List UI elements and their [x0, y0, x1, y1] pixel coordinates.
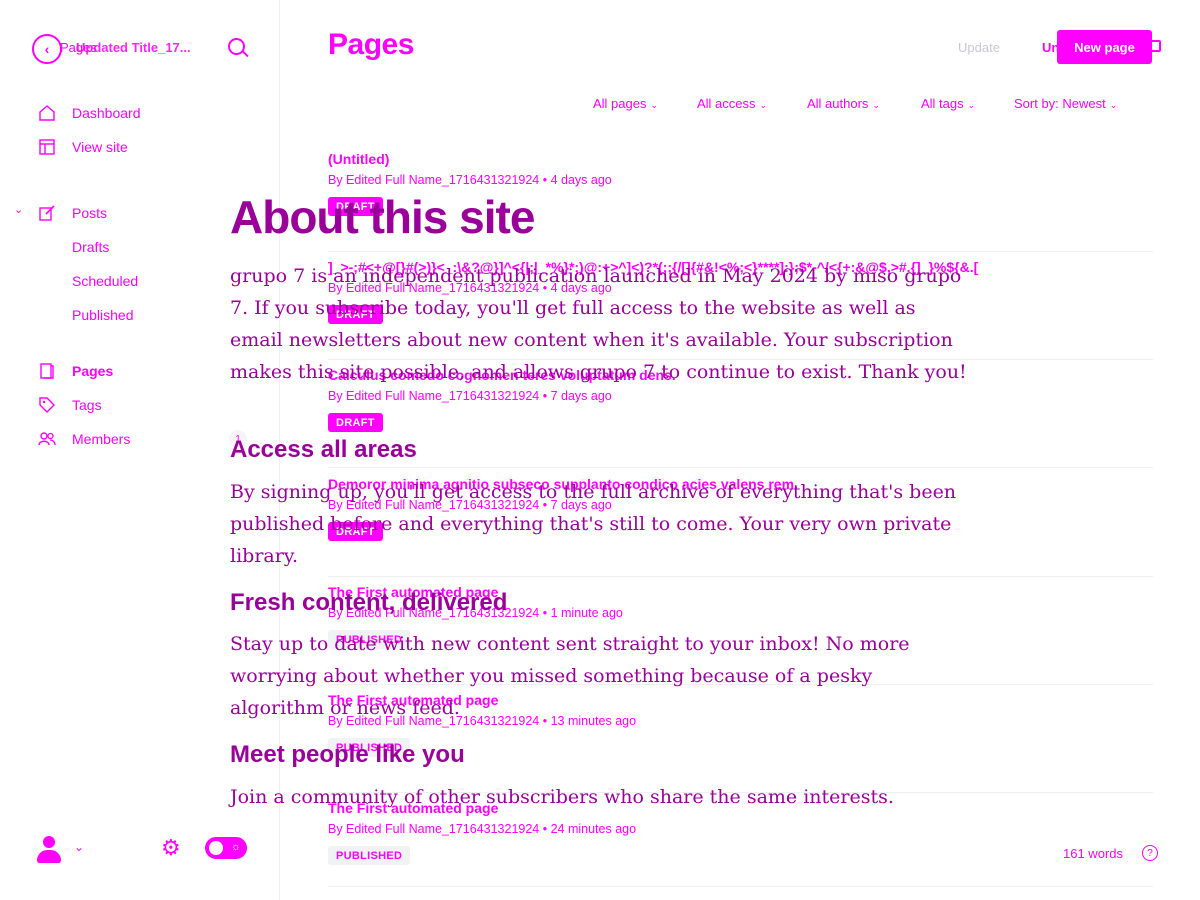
chevron-down-icon: ⌄ [967, 100, 976, 110]
sun-icon: ☼ [230, 841, 241, 853]
tag-icon [38, 396, 56, 414]
new-page-button[interactable]: New page [1057, 30, 1152, 64]
avatar[interactable] [36, 836, 62, 864]
filter-label: All tags [921, 96, 964, 111]
chevron-down-icon: ⌄ [1109, 100, 1118, 110]
status-badge: PUBLISHED [328, 846, 411, 865]
page-title-text[interactable]: (Untitled) [328, 151, 389, 167]
sidebar-item-view-site[interactable]: View site [38, 136, 128, 158]
chevron-down-icon: ⌄ [872, 100, 880, 110]
section-heading: Meet people like you [230, 741, 465, 768]
about-heading: About this site [230, 191, 535, 243]
sidebar-footer: ⌄ ⚙ ☼ [36, 834, 256, 866]
sidebar-item-label: Tags [72, 397, 102, 413]
sidebar-item-label: Drafts [72, 239, 110, 255]
chevron-down-icon: ⌄ [650, 100, 659, 110]
sidebar-item-posts[interactable]: Posts [38, 202, 107, 224]
list-item[interactable]: The First automated page By Edited Full … [328, 800, 1153, 887]
filter-bar: All pages ⌄ All access ⌄ All authors ⌄ All … [0, 96, 1200, 114]
word-count: 161 words [1063, 846, 1123, 861]
sidebar-item-label: Pages [72, 363, 114, 379]
chevron-down-icon[interactable]: ⌄ [74, 840, 84, 854]
help-icon[interactable]: ? [1142, 845, 1158, 861]
breadcrumb-title: Updated Title_17... [76, 40, 191, 55]
section-body: By signing up, you'll get access to the … [230, 481, 957, 567]
pencil-icon [38, 204, 56, 222]
sidebar-item-tags[interactable]: Tags [38, 394, 102, 416]
status-badge: DRAFT [328, 413, 383, 432]
layout-icon [38, 138, 56, 156]
sort-dropdown[interactable]: Sort by: Newest ⌄ [1014, 96, 1117, 111]
sidebar-item-members[interactable]: Members [38, 428, 130, 450]
chevron-down-icon[interactable]: ⌄ [14, 203, 23, 216]
section-body: Join a community of other subscribers wh… [230, 786, 894, 808]
page-meta: By Edited Full Name_1716431321924 • 7 da… [328, 389, 612, 403]
sidebar-item-drafts[interactable]: Drafts [72, 236, 109, 258]
page-icon [38, 362, 56, 380]
sidebar-item-label: Members [72, 431, 131, 447]
members-icon [38, 430, 56, 448]
sidebar-item-label: Posts [72, 205, 108, 221]
update-button[interactable]: Update [958, 40, 1000, 55]
filter-label: All authors [807, 96, 869, 111]
sidebar-item-published[interactable]: Published [72, 304, 134, 326]
section-heading: Fresh content, delivered [230, 589, 508, 616]
chevron-down-icon: ⌄ [759, 100, 768, 110]
filter-pages[interactable]: All pages ⌄ [593, 96, 658, 111]
section-body: Stay up to date with new content sent st… [230, 633, 910, 719]
filter-access[interactable]: All access ⌄ [697, 96, 767, 111]
theme-toggle[interactable]: ☼ [205, 837, 247, 859]
filter-tags[interactable]: All tags ⌄ [921, 96, 975, 111]
filter-label: All access [697, 96, 756, 111]
page-title: Pages [328, 28, 414, 61]
about-intro: grupo 7 is an independent publication la… [230, 265, 967, 383]
page-meta: By Edited Full Name_1716431321924 • 4 da… [328, 173, 612, 187]
sidebar-item-label: Published [72, 307, 134, 323]
section-heading: Access all areas [230, 436, 417, 463]
filter-label: Sort by: Newest [1014, 96, 1106, 111]
filter-authors[interactable]: All authors ⌄ [807, 96, 880, 111]
sidebar-panel-icon[interactable] [1150, 40, 1161, 52]
toggle-knob [209, 841, 223, 855]
chevron-left-icon[interactable]: ‹ [32, 34, 62, 64]
page-meta: By Edited Full Name_1716431321924 • 24 m… [328, 822, 637, 836]
sidebar-item-label: Scheduled [72, 273, 139, 289]
sidebar-item-label: View site [72, 139, 128, 155]
gear-icon[interactable]: ⚙ [161, 837, 181, 859]
search-icon[interactable] [228, 38, 245, 55]
sidebar-item-scheduled[interactable]: Scheduled [72, 270, 138, 292]
sidebar-header: ‹ Pages Updated Title_17... [32, 34, 252, 64]
sidebar-item-pages[interactable]: Pages [38, 360, 113, 382]
filter-label: All pages [593, 96, 647, 111]
